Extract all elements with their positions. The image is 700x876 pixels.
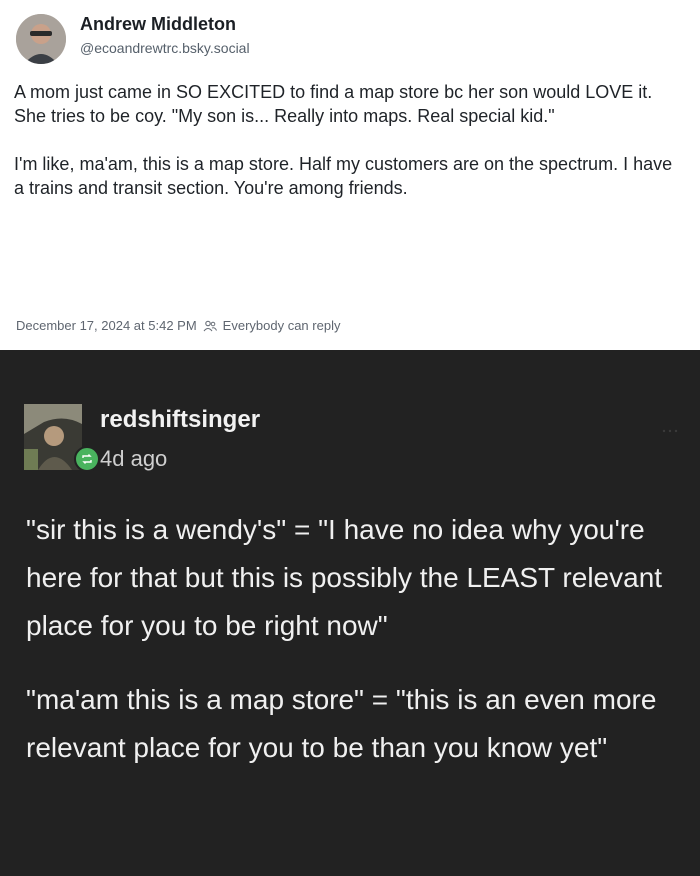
post-paragraph: I'm like, ma'am, this is a map store. Ha… (14, 154, 673, 198)
post-paragraph: A mom just came in SO EXCITED to find a … (14, 82, 653, 102)
reblog-text: "sir this is a wendy's" = "I have no ide… (26, 506, 676, 772)
author-name[interactable]: Andrew Middleton (80, 14, 236, 35)
post-paragraph: She tries to be coy. "My son is... Reall… (14, 106, 555, 126)
tumblr-post: redshiftsinger 4d ago "sir this is a wen… (0, 350, 700, 876)
post-meta: December 17, 2024 at 5:42 PM Everybody c… (16, 318, 340, 333)
bluesky-post: Andrew Middleton @ecoandrewtrc.bsky.soci… (0, 0, 700, 350)
author-handle[interactable]: @ecoandrewtrc.bsky.social (80, 40, 250, 56)
people-icon (203, 320, 217, 332)
reblog-paragraph: "ma'am this is a map store" = "this is a… (26, 684, 657, 763)
reblog-time: 4d ago (100, 446, 168, 471)
reblog-icon (74, 446, 100, 472)
reblog-paragraph: "sir this is a wendy's" = "I have no ide… (26, 514, 663, 641)
avatar-photo (16, 14, 66, 64)
post-timestamp[interactable]: December 17, 2024 at 5:42 PM (16, 318, 197, 333)
reply-setting[interactable]: Everybody can reply (223, 318, 341, 333)
reblogger-username[interactable]: redshiftsinger (100, 406, 260, 434)
author-avatar[interactable] (16, 14, 66, 64)
post-text: A mom just came in SO EXCITED to find a … (14, 80, 684, 200)
more-options-icon[interactable] (662, 420, 678, 433)
